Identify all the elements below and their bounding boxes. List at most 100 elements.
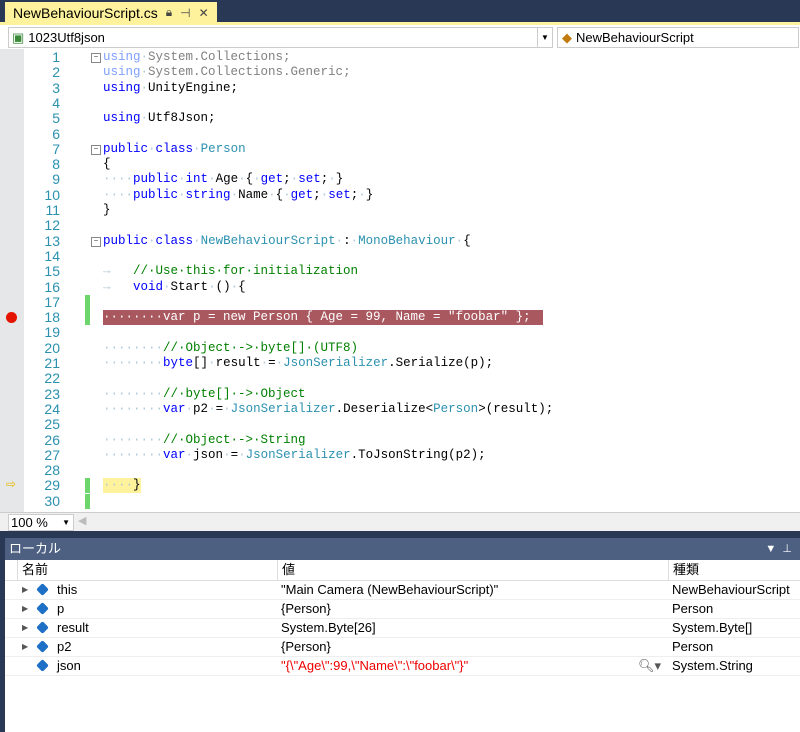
code-token: byte: [163, 356, 194, 370]
code-line-19[interactable]: 19: [0, 325, 800, 340]
pin-icon[interactable]: ⊥: [782, 543, 792, 555]
code-token: >(result);: [478, 401, 554, 416]
code-line-22[interactable]: 22: [0, 371, 800, 386]
code-line-29[interactable]: 29 ⇨ ····}: [0, 478, 800, 494]
locals-row-json[interactable]: json "{\"Age\":99,\"Name\":\"foobar\"}" 🔍︎…: [5, 657, 800, 676]
code-line-5[interactable]: 5 using·Utf8Json;: [0, 111, 800, 126]
code-line-10[interactable]: 10 ····public·string·Name·{·get;·set;·}: [0, 187, 800, 203]
code-line-16[interactable]: 16−→ void·Start·()·{: [0, 279, 800, 295]
chevron-down-icon[interactable]: ▼: [537, 28, 552, 47]
code-line-15[interactable]: 15 → //·Use·this·for·initialization: [0, 264, 800, 279]
current-statement-arrow-icon: ⇨: [6, 478, 17, 493]
code-line-20[interactable]: 20 ········//·Object·->·byte[]·(UTF8): [0, 339, 800, 356]
code-line-12[interactable]: 12: [0, 218, 800, 233]
code-text: public·class·Person: [103, 142, 246, 157]
code-token: //·byte[]·->·Object: [163, 386, 306, 401]
expand-icon[interactable]: ▶: [22, 638, 28, 656]
code-line-23[interactable]: 23 ········//·byte[]·->·Object: [0, 385, 800, 402]
code-line-21[interactable]: 21 ········byte[]·result·=·JsonSerializer…: [0, 356, 800, 371]
code-line-14[interactable]: 14: [0, 248, 800, 264]
code-token: System.Collections;: [148, 50, 291, 64]
local-value[interactable]: "Main Camera (NewBehaviourScript)": [277, 581, 498, 599]
code-token: ····: [103, 478, 134, 493]
code-line-26[interactable]: 26 ········//·Object·->·String: [0, 432, 800, 448]
code-line-28[interactable]: 28: [0, 463, 800, 478]
line-number: 1: [52, 49, 60, 65]
code-line-17[interactable]: 17: [0, 294, 800, 310]
code-token: ·: [223, 447, 231, 462]
column-header-type[interactable]: 種類: [668, 560, 800, 580]
code-token: ·: [140, 50, 149, 64]
code-token: }: [103, 203, 111, 217]
zoom-value: 100 %: [11, 515, 48, 530]
code-line-8[interactable]: 8{: [0, 157, 800, 172]
project-name: 1023Utf8json: [28, 30, 105, 45]
local-value[interactable]: {Person}: [277, 638, 331, 656]
code-token: →: [103, 279, 134, 294]
class-dropdown[interactable]: ◆ NewBehaviourScript: [557, 27, 799, 48]
code-line-7[interactable]: 7− public·class·Person: [0, 141, 800, 157]
change-marker: [85, 310, 90, 326]
code-token: ········: [103, 401, 164, 416]
code-editor[interactable]: 1− using·System.Collections; 2 using·System…: [0, 49, 800, 512]
locals-row-result[interactable]: ▶ result System.Byte[26] System.Byte[]: [5, 619, 800, 638]
line-number: 23: [44, 385, 60, 402]
line-number: 21: [44, 355, 60, 371]
code-line-3[interactable]: 3 using·UnityEngine;: [0, 80, 800, 96]
close-icon[interactable]: ✕: [199, 6, 209, 20]
code-token: result: [215, 356, 261, 370]
code-token: get: [290, 187, 314, 202]
local-value[interactable]: System.Byte[26]: [277, 619, 376, 637]
dropdown-icon[interactable]: ▼: [765, 543, 776, 555]
tab-newbehaviourscript[interactable]: NewBehaviourScript.cs 🔒︎ ⊣ ✕: [5, 2, 217, 23]
code-text: using·System.Collections.Generic;: [103, 65, 351, 80]
code-token: ;: [313, 187, 321, 202]
code-token: Person: [433, 401, 479, 416]
code-line-4[interactable]: 4: [0, 95, 800, 111]
locals-row-p[interactable]: ▶ p {Person} Person: [5, 600, 800, 619]
code-line-30[interactable]: 30: [0, 493, 800, 509]
code-token: =: [230, 447, 239, 462]
code-line-24[interactable]: 24 ········var·p2·=·JsonSerializer.Deseri…: [0, 401, 800, 417]
local-value[interactable]: {Person}: [277, 600, 331, 618]
code-token: Utf8Json;: [148, 111, 216, 126]
code-token: ·: [178, 187, 186, 202]
locals-row-this[interactable]: ▶ this "Main Camera (NewBehaviourScript)" N…: [5, 581, 800, 600]
text-visualizer-icon[interactable]: 🔍︎▾: [638, 657, 661, 675]
line-number: 20: [44, 339, 60, 356]
code-token: ·: [140, 65, 149, 80]
collapse-icon[interactable]: −: [91, 144, 101, 155]
locals-row-p2[interactable]: ▶ p2 {Person} Person: [5, 638, 800, 657]
expand-icon[interactable]: ▶: [22, 619, 28, 637]
collapse-icon[interactable]: −: [91, 236, 101, 247]
local-value[interactable]: "{\"Age\":99,\"Name\":\"foobar\"}": [277, 657, 468, 675]
code-token: =: [215, 401, 224, 416]
collapse-icon[interactable]: −: [91, 53, 101, 63]
change-marker: [85, 493, 90, 509]
code-line-2[interactable]: 2 using·System.Collections.Generic;: [0, 65, 800, 80]
code-text: ········var·json·=·JsonSerializer.ToJson…: [103, 448, 486, 463]
column-header-name[interactable]: 名前: [17, 560, 277, 580]
line-number: 12: [44, 217, 60, 234]
code-line-1[interactable]: 1 − using·System.Collections;: [0, 50, 800, 65]
expand-icon[interactable]: ▶: [22, 581, 28, 599]
pin-icon[interactable]: ⊣: [180, 6, 190, 20]
code-line-6[interactable]: 6: [0, 126, 800, 142]
code-line-25[interactable]: 25: [0, 417, 800, 432]
code-line-13[interactable]: 13− public·class·NewBehaviourScript·:·Mon…: [0, 232, 800, 249]
code-token: ·: [208, 356, 216, 370]
scroll-left-icon[interactable]: ◀: [78, 514, 86, 527]
code-line-27[interactable]: 27 ········var·json·=·JsonSerializer.ToJs…: [0, 447, 800, 463]
column-header-value[interactable]: 値: [277, 560, 667, 580]
zoom-dropdown[interactable]: 100 % ▼: [8, 514, 74, 531]
code-token: ;: [283, 172, 291, 187]
project-dropdown[interactable]: ▣ 1023Utf8json ▼: [8, 27, 553, 48]
code-line-9[interactable]: 9 ····public·int·Age·{·get;·set;·}: [0, 172, 800, 187]
code-token: public: [103, 141, 149, 156]
code-line-18[interactable]: 18 ········var p = new Person { Age = 99,…: [0, 310, 800, 326]
breakpoint-icon[interactable]: [6, 312, 17, 324]
code-line-11[interactable]: 11}: [0, 203, 800, 218]
expand-icon[interactable]: ▶: [22, 600, 28, 618]
code-token: Start: [170, 279, 209, 294]
line-number: 13: [44, 232, 60, 249]
